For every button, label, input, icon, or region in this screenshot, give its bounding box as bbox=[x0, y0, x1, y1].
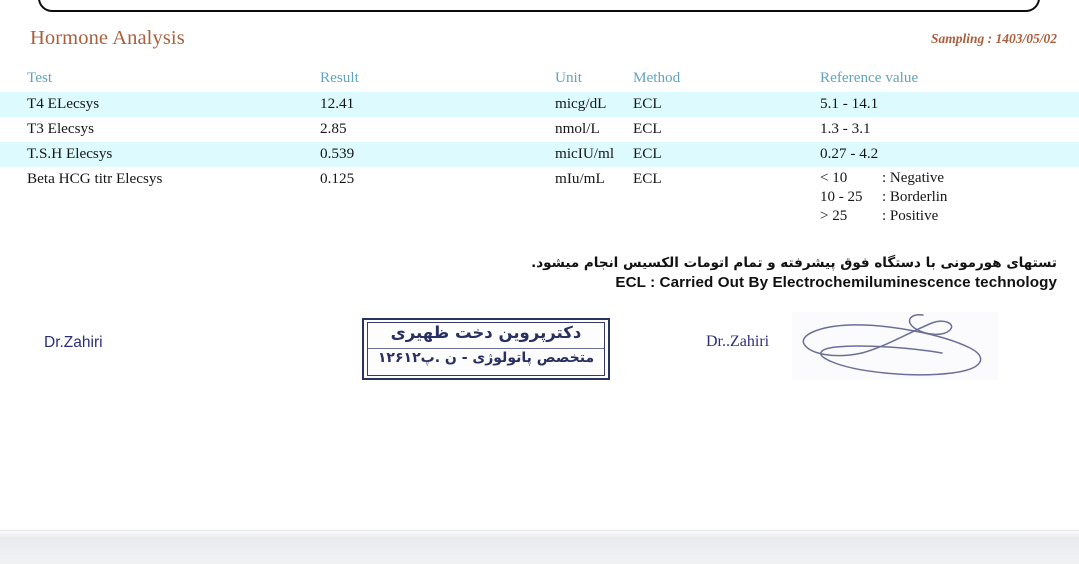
column-header-unit: Unit bbox=[555, 69, 583, 86]
column-header-method: Method bbox=[633, 69, 681, 86]
table-row: T3 Elecsys 2.85 nmol/L ECL 1.3 - 3.1 bbox=[0, 117, 1079, 142]
cell-reference: 0.27 - 4.2 bbox=[820, 145, 879, 162]
sampling-date: Sampling : 1403/05/02 bbox=[930, 31, 1057, 46]
reference-line: < 10 : Negative bbox=[820, 169, 947, 188]
page-title: Hormone Analysis bbox=[30, 27, 185, 49]
reference-verdict: : Borderlin bbox=[882, 189, 948, 205]
cell-method: ECL bbox=[633, 95, 662, 112]
table-header-row: Test Result Unit Method Reference value bbox=[0, 66, 1079, 92]
cell-unit: micIU/ml bbox=[555, 145, 615, 162]
cell-test: T.S.H Elecsys bbox=[27, 145, 113, 162]
stamp-doctor-name: دکترپروین دخت ظهیری bbox=[390, 323, 582, 342]
cell-reference-interpretation: < 10 : Negative 10 - 25 : Borderlin > 25… bbox=[820, 169, 947, 226]
cell-reference: 5.1 - 14.1 bbox=[820, 95, 879, 112]
column-header-test: Test bbox=[27, 69, 53, 86]
cell-result: 12.41 bbox=[320, 95, 355, 112]
cell-test: T4 ELecsys bbox=[27, 95, 100, 112]
stamp-divider bbox=[368, 348, 604, 349]
note-ecl-english: ECL : Carried Out By Electrochemilumines… bbox=[615, 274, 1057, 291]
page-bottom-edge bbox=[0, 530, 1079, 564]
cell-method: ECL bbox=[633, 170, 662, 187]
cell-method: ECL bbox=[633, 120, 662, 137]
note-persian: تستهای هورمونی با دستگاه فوق پیشرفته و ت… bbox=[531, 255, 1057, 271]
handwritten-signature bbox=[792, 312, 998, 380]
reference-line: 10 - 25 : Borderlin bbox=[820, 188, 947, 207]
cell-unit: micg/dL bbox=[555, 95, 607, 112]
reference-range: > 25 bbox=[820, 208, 848, 224]
reference-range: < 10 bbox=[820, 170, 848, 186]
panel-header: Hormone Analysis Sampling : 1403/05/02 bbox=[0, 27, 1079, 57]
footer-notes: تستهای هورمونی با دستگاه فوق پیشرفته و ت… bbox=[0, 254, 1079, 292]
cell-reference: 1.3 - 3.1 bbox=[820, 120, 871, 137]
page-bottom-separator bbox=[0, 530, 1079, 531]
cell-method: ECL bbox=[633, 145, 662, 162]
stamp-specialty-license: متخصص پاتولوژی - ن .پ۱۲۶۱۲ bbox=[377, 350, 595, 366]
cell-unit: mIu/mL bbox=[555, 170, 605, 187]
column-header-reference-value: Reference value bbox=[820, 69, 919, 86]
reference-verdict: : Positive bbox=[882, 208, 939, 224]
results-table: Test Result Unit Method Reference value … bbox=[0, 66, 1079, 233]
page-top-frame-border bbox=[38, 0, 1040, 12]
table-row: T4 ELecsys 12.41 micg/dL ECL 5.1 - 14.1 bbox=[0, 92, 1079, 117]
signatory-name-left: Dr.Zahiri bbox=[44, 334, 103, 351]
cell-result: 0.539 bbox=[320, 145, 355, 162]
signatory-name-right: Dr..Zahiri bbox=[706, 333, 770, 350]
reference-range: 10 - 25 bbox=[820, 189, 863, 205]
cell-test: T3 Elecsys bbox=[27, 120, 95, 137]
pathologist-stamp: دکترپروین دخت ظهیری متخصص پاتولوژی - ن .… bbox=[362, 318, 610, 380]
cell-unit: nmol/L bbox=[555, 120, 600, 137]
reference-verdict: : Negative bbox=[882, 170, 945, 186]
cell-result: 0.125 bbox=[320, 170, 355, 187]
report-sheet: Hormone Analysis Sampling : 1403/05/02 T… bbox=[0, 14, 1079, 530]
table-row: Beta HCG titr Elecsys 0.125 mIu/mL ECL <… bbox=[0, 167, 1079, 233]
signature-band: Dr.Zahiri دکترپروین دخت ظهیری متخصص پاتو… bbox=[0, 310, 1079, 395]
column-header-result: Result bbox=[320, 69, 359, 86]
cell-test: Beta HCG titr Elecsys bbox=[27, 170, 163, 187]
reference-line: > 25 : Positive bbox=[820, 207, 947, 226]
table-row: T.S.H Elecsys 0.539 micIU/ml ECL 0.27 - … bbox=[0, 142, 1079, 167]
cell-result: 2.85 bbox=[320, 120, 347, 137]
